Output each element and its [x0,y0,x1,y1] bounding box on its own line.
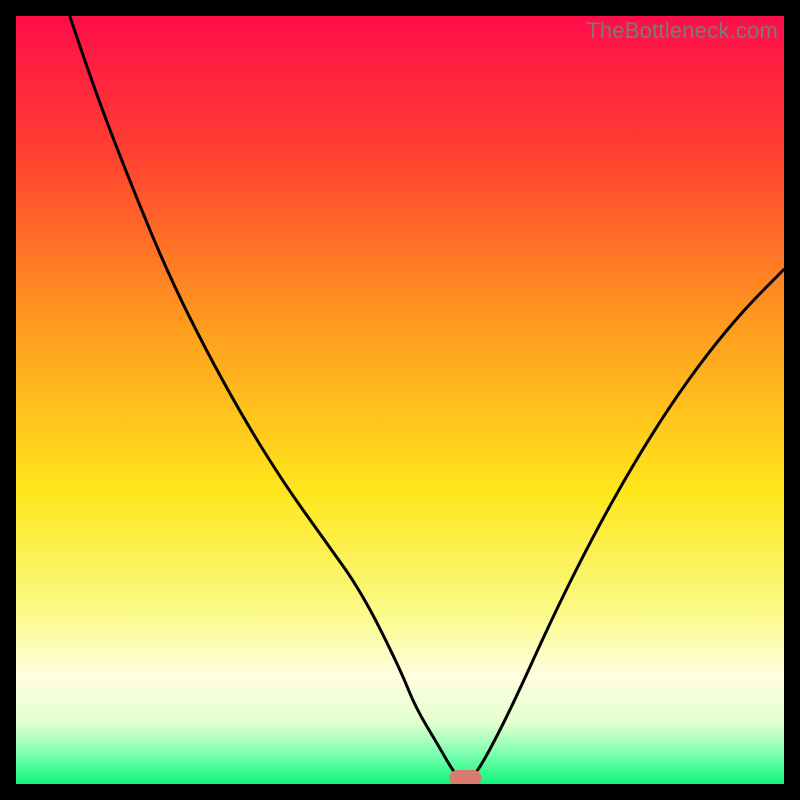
chart-svg [16,16,784,784]
plot-area: TheBottleneck.com [16,16,784,784]
minimum-marker [449,770,481,784]
chart-container: TheBottleneck.com [0,0,800,800]
watermark-text: TheBottleneck.com [586,18,778,44]
